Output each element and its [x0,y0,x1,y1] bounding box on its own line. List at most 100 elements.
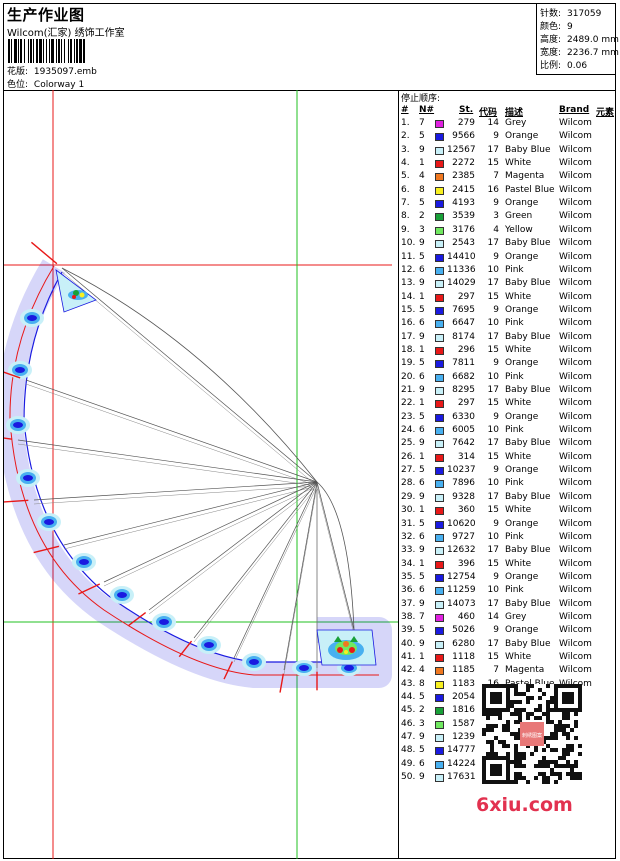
row-needle: 5 [419,692,425,703]
row-code: 10 [487,318,499,329]
row-number: 3. [401,144,410,155]
row-description: White [505,158,532,169]
row-needle: 5 [419,518,425,529]
row-number: 37. [401,598,416,609]
row-stitches: 2415 [452,184,475,195]
design-file-value: 1935097.emb [33,67,97,77]
color-swatch [435,400,444,409]
row-number: 26. [401,451,416,462]
row-description: Baby Blue [505,598,551,609]
row-code: 15 [487,652,499,662]
row-stitches: 7811 [452,358,475,369]
row-needle: 2 [419,211,425,222]
row-code: 17 [487,545,499,556]
column-header-description: 描述 [505,108,524,118]
row-number: 18. [401,344,416,355]
row-description: Pink [505,478,524,489]
row-brand: Wilcom [559,291,592,302]
row-number: 12. [401,264,416,275]
row-description: Pastel Blue [505,184,555,195]
row-needle: 6 [419,758,425,769]
row-brand: Wilcom [559,558,592,569]
row-needle: 1 [419,652,425,662]
color-swatch [435,507,444,516]
table-row: 3. 9 12567 17 Baby Blue Wilcom [399,145,616,158]
row-code: 17 [487,331,499,342]
row-number: 32. [401,531,416,542]
fan-design-artwork [4,90,398,859]
row-code: 16 [487,184,499,195]
row-number: 10. [401,238,416,249]
row-number: 48. [401,745,416,756]
row-needle: 7 [419,118,425,128]
row-stitches: 279 [457,118,475,128]
table-row: 21. 9 8295 17 Baby Blue Wilcom [399,385,616,398]
row-needle: 1 [419,451,425,462]
row-brand: Wilcom [559,571,592,582]
color-swatch [435,293,444,302]
table-row: 20. 6 6682 10 Pink Wilcom [399,372,616,385]
row-stitches: 1183 [452,678,475,689]
color-swatch [435,613,444,622]
row-stitches: 6647 [452,318,475,329]
row-stitches: 9328 [452,491,475,502]
row-description: Orange [505,198,539,209]
stat-height: 高度: 2489.0 mm [540,32,619,45]
stat-stitches: 针数: 317059 [540,6,601,19]
row-stitches: 1587 [452,718,475,729]
table-row: 40. 9 6280 17 Baby Blue Wilcom [399,639,616,652]
colorway-line: 色位: Colorway 1 [7,77,84,90]
row-code: 9 [493,251,499,262]
row-stitches: 1118 [452,652,475,662]
table-row: 36. 6 11259 10 Pink Wilcom [399,585,616,598]
row-code: 15 [487,558,499,569]
table-row: 23. 5 6330 9 Orange Wilcom [399,412,616,425]
row-code: 9 [493,625,499,636]
row-description: Orange [505,304,539,315]
row-description: Baby Blue [505,638,551,649]
color-swatch [435,720,444,729]
row-description: White [505,291,532,302]
row-stitches: 12632 [447,545,476,556]
table-row: 24. 6 6005 10 Pink Wilcom [399,425,616,438]
row-description: White [505,505,532,516]
row-number: 17. [401,331,416,342]
row-brand: Wilcom [559,318,592,329]
column-header-element: 元素 [596,108,615,118]
row-needle: 2 [419,705,425,716]
row-needle: 1 [419,291,425,302]
row-stitches: 14410 [447,251,476,262]
row-code: 10 [487,264,499,275]
row-needle: 7 [419,611,425,622]
color-swatch [435,707,444,716]
row-code: 15 [487,398,499,409]
row-description: White [505,344,532,355]
row-brand: Wilcom [559,371,592,382]
row-description: Pink [505,264,524,275]
row-number: 49. [401,758,416,769]
row-description: Pink [505,425,524,436]
row-brand: Wilcom [559,251,592,262]
row-number: 34. [401,558,416,569]
table-row: 2. 5 9566 9 Orange Wilcom [399,131,616,144]
row-brand: Wilcom [559,478,592,489]
color-swatch [435,493,444,502]
row-number: 33. [401,545,416,556]
stat-label: 高度: [540,35,562,45]
row-needle: 9 [419,598,425,609]
row-stitches: 11336 [447,264,476,275]
row-brand: Wilcom [559,531,592,542]
row-needle: 5 [419,131,425,142]
row-description: White [505,652,532,662]
row-code: 9 [493,411,499,422]
color-swatch [435,654,444,662]
row-number: 47. [401,732,416,743]
table-row: 17. 9 8174 17 Baby Blue Wilcom [399,332,616,345]
row-description: Baby Blue [505,278,551,289]
row-brand: Wilcom [559,491,592,502]
table-row: 39. 5 5026 9 Orange Wilcom [399,625,616,638]
row-number: 35. [401,571,416,582]
row-number: 24. [401,425,416,436]
colorway-label: 色位: [7,80,29,90]
table-row: 27. 5 10237 9 Orange Wilcom [399,465,616,478]
